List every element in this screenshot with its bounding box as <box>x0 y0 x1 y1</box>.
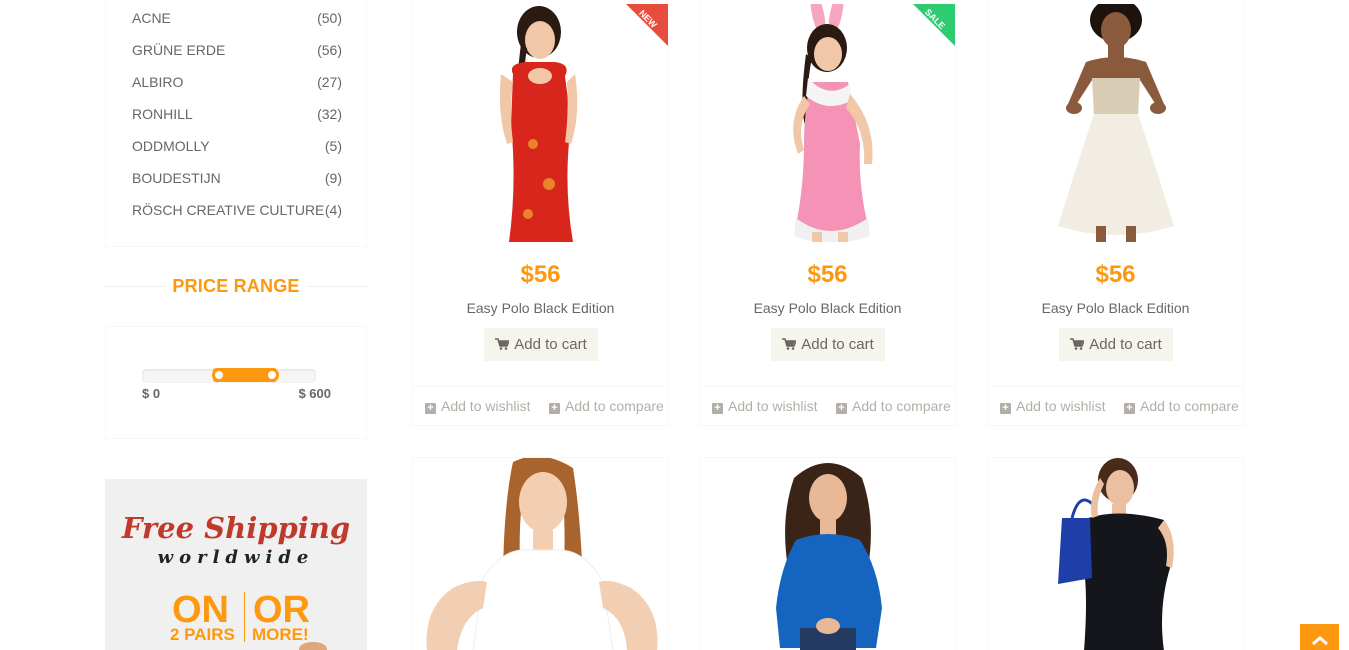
plus-square-icon: + <box>836 403 847 414</box>
shopping-cart-icon <box>495 329 511 350</box>
chevron-up-icon <box>1311 633 1329 646</box>
price-min-label: $ 0 <box>142 386 161 401</box>
banner-decoration <box>299 642 327 650</box>
product-name[interactable]: Easy Polo Black Edition <box>413 300 668 316</box>
shopping-cart-icon <box>1070 329 1086 350</box>
plus-square-icon: + <box>1124 403 1135 414</box>
brand-name: ACNE <box>132 10 171 26</box>
wishlist-label: Add to wishlist <box>728 398 818 414</box>
plus-square-icon: + <box>425 403 436 414</box>
product-name[interactable]: Easy Polo Black Edition <box>988 300 1243 316</box>
brand-count: (27) <box>317 74 342 90</box>
brand-name: RÖSCH CREATIVE CULTURE <box>132 202 325 218</box>
brand-name: GRÜNE ERDE <box>132 42 226 58</box>
compare-label: Add to compare <box>565 398 664 414</box>
product-price: $56 <box>1095 261 1136 288</box>
brand-item-boudestijn[interactable]: BOUDESTIJN (9) <box>132 170 342 190</box>
free-shipping-banner[interactable]: Free Shipping worldwide ON 2 PAIRS OR MO… <box>105 479 367 650</box>
shopping-cart-icon <box>782 329 798 350</box>
price-range-heading: PRICE RANGE <box>105 274 367 298</box>
product-card: SALE $56 Easy Polo Black Edition Add to … <box>699 4 956 426</box>
add-to-wishlist-link[interactable]: + Add to wishlist <box>1000 398 1105 414</box>
banner-left-small: 2 PAIRS <box>170 625 235 644</box>
brand-item-rosch-creative-culture[interactable]: RÖSCH CREATIVE CULTURE (4) <box>132 202 342 222</box>
add-to-compare-link[interactable]: + Add to compare <box>1124 398 1239 414</box>
add-to-wishlist-link[interactable]: + Add to wishlist <box>425 398 530 414</box>
plus-square-icon: + <box>549 403 560 414</box>
add-to-wishlist-link[interactable]: + Add to wishlist <box>712 398 817 414</box>
brand-name: ALBIRO <box>132 74 184 90</box>
brand-item-oddmolly[interactable]: ODDMOLLY (5) <box>132 138 342 158</box>
brand-name: ODDMOLLY <box>132 138 210 154</box>
brand-item-grune-erde[interactable]: GRÜNE ERDE (56) <box>132 42 342 62</box>
add-to-cart-label: Add to cart <box>514 336 587 353</box>
plus-square-icon: + <box>712 403 723 414</box>
product-image[interactable] <box>700 458 955 650</box>
brand-count: (5) <box>324 138 342 154</box>
brand-count: (32) <box>317 106 342 122</box>
product-card: $56 Easy Polo Black Edition Add to cart … <box>987 4 1244 426</box>
price-slider-max-handle[interactable] <box>264 368 279 382</box>
add-to-cart-button[interactable]: Add to cart <box>1059 328 1173 361</box>
brand-item-ronhill[interactable]: RONHILL (32) <box>132 106 342 126</box>
product-card <box>412 457 669 650</box>
sale-badge: SALE <box>913 4 955 46</box>
product-card <box>987 457 1244 650</box>
product-image[interactable] <box>988 4 1243 242</box>
product-card: NEW $56 Easy Polo Black Edition Add to c… <box>412 4 669 426</box>
product-price: $56 <box>807 261 848 288</box>
badge-label: SALE <box>922 6 948 32</box>
product-name[interactable]: Easy Polo Black Edition <box>700 300 955 316</box>
product-card <box>699 457 956 650</box>
brand-count: (50) <box>317 10 342 26</box>
price-range-panel: $ 0 $ 600 <box>105 326 367 439</box>
product-price: $56 <box>520 261 561 288</box>
brand-count: (9) <box>324 170 342 186</box>
product-footer: + Add to wishlist + Add to compare <box>700 386 955 426</box>
price-range-title: PRICE RANGE <box>165 274 307 298</box>
compare-label: Add to compare <box>852 398 951 414</box>
product-image[interactable] <box>413 458 668 650</box>
product-image[interactable] <box>988 458 1243 650</box>
wishlist-label: Add to wishlist <box>1016 398 1106 414</box>
compare-label: Add to compare <box>1140 398 1239 414</box>
brand-item-acne[interactable]: ACNE (50) <box>132 10 342 30</box>
add-to-cart-label: Add to cart <box>1089 336 1162 353</box>
wishlist-label: Add to wishlist <box>441 398 531 414</box>
add-to-cart-label: Add to cart <box>801 336 874 353</box>
add-to-cart-button[interactable]: Add to cart <box>484 328 598 361</box>
add-to-compare-link[interactable]: + Add to compare <box>549 398 664 414</box>
add-to-cart-button[interactable]: Add to cart <box>771 328 885 361</box>
price-max-label: $ 600 <box>298 386 331 401</box>
brand-name: RONHILL <box>132 106 193 122</box>
product-footer: + Add to wishlist + Add to compare <box>988 386 1243 426</box>
banner-right-small: MORE! <box>252 625 309 644</box>
plus-square-icon: + <box>1000 403 1011 414</box>
scroll-to-top-button[interactable] <box>1300 624 1339 650</box>
brand-item-albiro[interactable]: ALBIRO (27) <box>132 74 342 94</box>
banner-divider <box>244 592 245 642</box>
banner-subline: worldwide <box>157 547 315 568</box>
brand-count: (4) <box>324 202 342 218</box>
brand-count: (56) <box>317 42 342 58</box>
brand-name: BOUDESTIJN <box>132 170 221 186</box>
new-badge: NEW <box>626 4 668 46</box>
banner-headline: Free Shipping <box>121 511 351 545</box>
add-to-compare-link[interactable]: + Add to compare <box>836 398 951 414</box>
product-footer: + Add to wishlist + Add to compare <box>413 386 668 426</box>
badge-label: NEW <box>637 8 659 30</box>
brands-panel: ACNE (50) GRÜNE ERDE (56) ALBIRO (27) RONHI… <box>105 0 367 247</box>
